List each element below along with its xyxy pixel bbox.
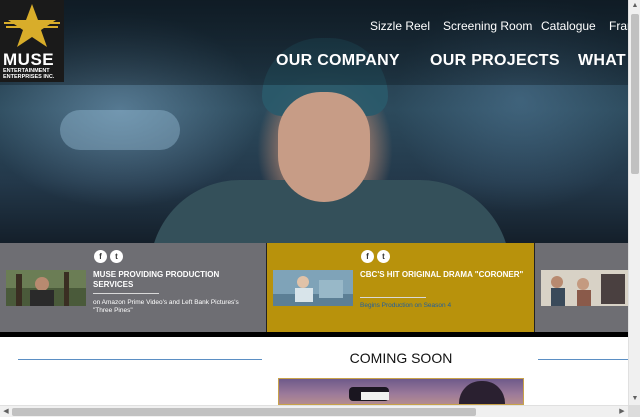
news-strip: f t MUSE PROVIDING PRODUCTION SERVICES o…	[0, 243, 628, 332]
divider	[93, 293, 159, 294]
coming-soon-image[interactable]	[278, 378, 524, 405]
news-thumbnail[interactable]	[541, 270, 628, 306]
news-description[interactable]: Begins Production on Season 4	[360, 302, 525, 310]
nav-what-we-do[interactable]: WHAT W	[578, 52, 628, 70]
nav-catalogue[interactable]: Catalogue	[541, 19, 596, 33]
vertical-scroll-thumb[interactable]	[631, 14, 639, 174]
preview-figure	[361, 392, 389, 400]
header-overlay	[0, 0, 628, 85]
share-buttons: f t	[94, 250, 123, 263]
hero-figure-face	[278, 92, 370, 202]
news-card-next[interactable]	[535, 243, 628, 332]
facebook-icon[interactable]: f	[94, 250, 107, 263]
vertical-scrollbar[interactable]: ▲ ▼	[628, 0, 640, 405]
hero-background-light	[60, 110, 180, 150]
heading-rule-left	[18, 359, 262, 360]
nav-our-projects[interactable]: OUR PROJECTS	[430, 52, 560, 70]
news-description: on Amazon Prime Video's and Left Bank Pi…	[93, 299, 239, 314]
divider	[360, 297, 426, 298]
hero-banner	[0, 0, 628, 243]
scroll-left-icon[interactable]: ◀	[0, 406, 12, 417]
share-buttons: f t	[361, 250, 390, 263]
facebook-icon[interactable]: f	[361, 250, 374, 263]
news-thumbnail[interactable]	[6, 270, 86, 306]
heading-rule-right	[538, 359, 628, 360]
nav-screening-room[interactable]: Screening Room	[443, 19, 532, 33]
news-card-three-pines[interactable]: f t MUSE PROVIDING PRODUCTION SERVICES o…	[0, 243, 267, 332]
news-thumbnail[interactable]	[273, 270, 353, 306]
coming-soon-section: COMING SOON	[0, 332, 628, 405]
scrollbar-corner	[628, 405, 640, 417]
twitter-icon[interactable]: t	[110, 250, 123, 263]
nav-our-company[interactable]: OUR COMPANY	[276, 52, 400, 70]
scroll-up-icon[interactable]: ▲	[629, 0, 640, 12]
news-title[interactable]: MUSE PROVIDING PRODUCTION SERVICES	[93, 270, 253, 290]
nav-sizzle-reel[interactable]: Sizzle Reel	[370, 19, 430, 33]
scroll-right-icon[interactable]: ▶	[616, 406, 628, 417]
coming-soon-heading: COMING SOON	[349, 350, 453, 366]
logo-brand-text: MUSE	[3, 50, 55, 69]
twitter-icon[interactable]: t	[377, 250, 390, 263]
nav-franchise[interactable]: Fran	[609, 19, 628, 33]
preview-figure	[459, 381, 505, 404]
muse-logo[interactable]: MUSE ENTERTAINMENT ENTERPRISES INC.	[0, 0, 64, 82]
horizontal-scroll-thumb[interactable]	[12, 408, 476, 416]
section-divider	[0, 332, 628, 337]
scroll-down-icon[interactable]: ▼	[629, 393, 640, 405]
news-card-coroner[interactable]: f t CBC'S HIT ORIGINAL DRAMA "CORONER" B…	[267, 243, 535, 332]
horizontal-scrollbar[interactable]: ◀ ▶	[0, 405, 628, 417]
star-logo-icon	[4, 4, 60, 47]
news-title[interactable]: CBC'S HIT ORIGINAL DRAMA "CORONER"	[360, 270, 525, 280]
logo-subtitle: ENTERTAINMENT ENTERPRISES INC.	[3, 68, 55, 80]
